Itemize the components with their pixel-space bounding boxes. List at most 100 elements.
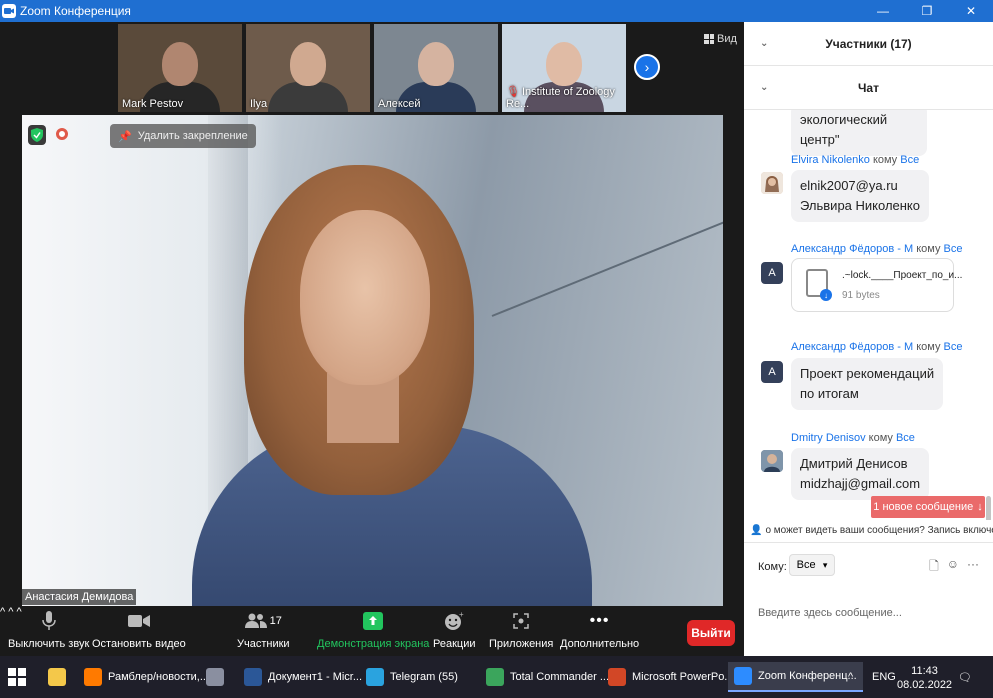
tray-expand-button[interactable]: ^ [848, 662, 853, 692]
taskbar-item[interactable] [206, 662, 230, 692]
participants-icon [244, 613, 267, 628]
message-sender[interactable]: Александр Фёдоров - М [791, 243, 913, 255]
unpin-button[interactable]: 📌 Удалить закрепление [110, 124, 256, 148]
grid-icon [704, 34, 714, 44]
clock-date: 08.02.2022 [897, 679, 953, 691]
chat-messages[interactable]: экологический центр" Elvira Nikolenko ко… [744, 110, 993, 520]
microphone-icon [41, 610, 56, 632]
next-page-button[interactable]: › [634, 54, 660, 80]
apps-icon [512, 610, 530, 632]
apps-label: Приложения [489, 638, 554, 650]
message-sender[interactable]: Александр Фёдоров - М [791, 341, 913, 353]
thumbnail-strip: Mark Pestov Ilya Алексей 🎙 Institute of Zool… [118, 24, 626, 114]
file-icon[interactable]: 🗋 [929, 557, 939, 578]
taskbar-item[interactable]: Telegram (55) [366, 662, 458, 692]
message-sender[interactable]: Dmitry Denisov [791, 432, 866, 444]
taskbar-item-label: Документ1 - Micr... [268, 671, 363, 683]
word-icon [244, 668, 262, 686]
chevron-up-icon: ^ [848, 671, 854, 683]
title-bar: Zoom Конференция — ❐ ✕ [0, 0, 993, 22]
message-sender[interactable]: Elvira Nikolenko [791, 154, 870, 166]
chat-composer: Кому: Все ▾ 🗋 ☺ ··· Введите здесь сообще… [744, 542, 993, 656]
main-video[interactable]: 📌 Удалить закрепление [22, 115, 723, 606]
participants-button[interactable]: 17 Участники [237, 610, 290, 650]
privacy-notice-text: о может видеть ваши сообщения? Запись вк… [765, 524, 993, 536]
leave-button[interactable]: Выйти [687, 620, 735, 646]
avatar [761, 450, 783, 472]
taskbar-item[interactable]: Total Commander ... [486, 662, 609, 692]
notifications-button[interactable]: 🗨 [958, 662, 972, 692]
message-recipient: Все [943, 243, 963, 255]
participant-thumbnail[interactable]: Ilya [246, 24, 370, 112]
windows-icon [8, 668, 26, 686]
sidebar: ⌄ Участники (17) ⌄ Чат экологический цен… [744, 22, 993, 656]
mute-button[interactable]: Выключить звук [8, 610, 89, 650]
message-input[interactable]: Введите здесь сообщение... [758, 607, 902, 619]
share-screen-button[interactable]: Демонстрация экрана [317, 610, 429, 650]
smiley-plus-icon: + [444, 610, 464, 632]
shield-icon[interactable] [28, 125, 46, 145]
taskbar-item-label: Total Commander ... [510, 671, 610, 683]
recipient-select-value: Все [796, 559, 816, 571]
explorer-button[interactable] [48, 662, 66, 692]
avatar: A [761, 262, 783, 284]
view-label: Вид [717, 33, 737, 45]
clock[interactable]: 11:43 08.02.2022 [897, 664, 952, 692]
file-attachment[interactable]: ↓ .~lock.____Проект_по_и... 91 bytes [791, 258, 962, 312]
message-recipient: Все [943, 341, 963, 353]
taskbar-item-label: Рамблер/новости,... [108, 671, 209, 683]
chat-bubble: elnik2007@ya.ru Эльвира Николенко [791, 170, 929, 222]
chat-header-label: Чат [858, 80, 879, 95]
recipient-select[interactable]: Все ▾ [789, 554, 835, 576]
minimize-button[interactable]: — [861, 0, 905, 22]
reactions-button[interactable]: + Реакции [433, 610, 476, 650]
chat-header[interactable]: ⌄ Чат [744, 66, 993, 110]
recording-icon [56, 128, 68, 140]
taskbar-item[interactable]: Microsoft PowerPo... [608, 662, 733, 692]
language-indicator[interactable]: ENG [872, 662, 896, 692]
emoji-icon[interactable]: ☺ [947, 557, 959, 578]
participants-count: 17 [269, 615, 282, 627]
folder-icon [48, 668, 66, 686]
share-screen-icon [363, 610, 384, 632]
ellipsis-icon[interactable]: ··· [967, 557, 979, 578]
mute-options-caret[interactable]: ^ [0, 606, 5, 618]
reactions-label: Реакции [433, 638, 476, 650]
pin-icon: 📌 [118, 130, 132, 143]
chat-scrollbar[interactable] [986, 496, 991, 520]
close-button[interactable]: ✕ [949, 0, 993, 22]
participant-thumbnail[interactable]: 🎙 Institute of Zoology Re... [502, 24, 626, 112]
chevron-down-icon: ▾ [822, 559, 828, 570]
participants-header[interactable]: ⌄ Участники (17) [744, 22, 993, 66]
arrow-down-icon: ↓ [977, 501, 983, 513]
privacy-notice[interactable]: 👤 о может видеть ваши сообщения? Запись … [744, 520, 993, 540]
new-message-label: 1 новое сообщение [873, 501, 974, 513]
message-recipient: Все [900, 154, 920, 166]
more-label: Дополнительно [560, 638, 640, 650]
participant-name: Ilya [250, 98, 268, 110]
mic-off-icon: 🎙 [506, 86, 520, 98]
download-icon[interactable]: ↓ [820, 289, 832, 301]
start-button[interactable] [8, 662, 26, 692]
more-button[interactable]: ••• Дополнительно [560, 610, 639, 650]
taskbar-item[interactable]: Документ1 - Micr... [244, 662, 362, 692]
new-message-button[interactable]: 1 новое сообщение ↓ [871, 496, 985, 518]
participant-thumbnail[interactable]: Mark Pestov [118, 24, 242, 112]
message-meta: Elvira Nikolenko кому Все [791, 154, 920, 166]
taskbar-item[interactable]: Zoom Конференц... [728, 662, 863, 692]
maximize-button[interactable]: ❐ [905, 0, 949, 22]
taskbar-item-label: Telegram (55) [390, 671, 458, 683]
view-button[interactable]: Вид [704, 33, 737, 45]
stop-video-button[interactable]: Остановить видео [92, 610, 186, 650]
people-icon: 👤 [750, 524, 763, 536]
zoom-icon [734, 667, 752, 685]
notification-icon: 🗨 [958, 671, 972, 684]
taskbar-item[interactable]: Рамблер/новости,... [84, 662, 209, 692]
speaker-name-label: Анастасия Демидова [22, 589, 137, 605]
file-name: .~lock.____Проект_по_и... [842, 270, 963, 281]
participant-thumbnail[interactable]: Алексей [374, 24, 498, 112]
chat-bubble: Проект рекомендаций по итогам [791, 358, 944, 410]
telegram-icon [366, 668, 384, 686]
windows-taskbar: Рамблер/новости,... Документ1 - Micr... Te… [0, 656, 993, 698]
apps-button[interactable]: Приложения [489, 610, 553, 650]
